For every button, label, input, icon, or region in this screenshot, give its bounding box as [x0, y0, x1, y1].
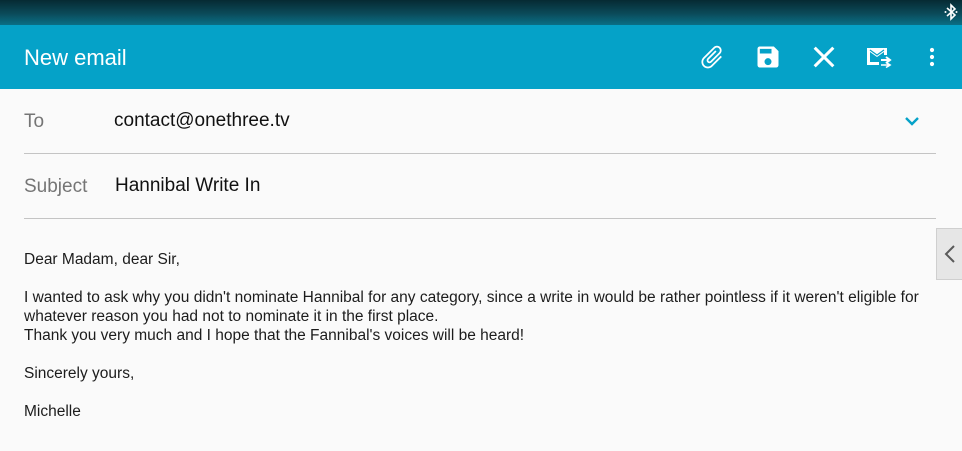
side-panel-handle[interactable] — [936, 228, 962, 280]
more-options-button[interactable] — [916, 41, 948, 73]
app-bar: New email — [0, 25, 962, 89]
message-paragraph: I wanted to ask why you didn't nominate … — [24, 289, 919, 325]
subject-row: Subject Hannibal Write In — [24, 154, 936, 219]
close-icon — [813, 46, 835, 68]
send-button[interactable] — [864, 41, 896, 73]
to-row: To contact@onethree.tv — [24, 89, 936, 154]
subject-field[interactable]: Hannibal Write In — [115, 175, 260, 197]
subject-label: Subject — [24, 176, 88, 197]
bluetooth-icon — [944, 3, 958, 21]
message-greeting: Dear Madam, dear Sir, — [24, 251, 180, 268]
chevron-down-icon[interactable] — [902, 111, 922, 131]
message-paragraph: Thank you very much and I hope that the … — [24, 327, 525, 344]
to-label: To — [24, 111, 45, 132]
chevron-left-icon — [944, 245, 955, 263]
save-draft-button[interactable] — [752, 41, 784, 73]
status-bar — [0, 0, 962, 25]
message-signature: Michelle — [24, 403, 81, 420]
attach-icon — [701, 45, 722, 69]
discard-button[interactable] — [808, 41, 840, 73]
message-closing: Sincerely yours, — [24, 365, 135, 382]
message-body[interactable]: Dear Madam, dear Sir, I wanted to ask wh… — [24, 250, 934, 421]
save-icon — [757, 46, 779, 68]
send-icon — [867, 48, 892, 69]
more-vert-icon — [929, 47, 935, 67]
to-field[interactable]: contact@onethree.tv — [114, 110, 290, 132]
page-title: New email — [24, 45, 127, 70]
attach-button[interactable] — [696, 41, 728, 73]
